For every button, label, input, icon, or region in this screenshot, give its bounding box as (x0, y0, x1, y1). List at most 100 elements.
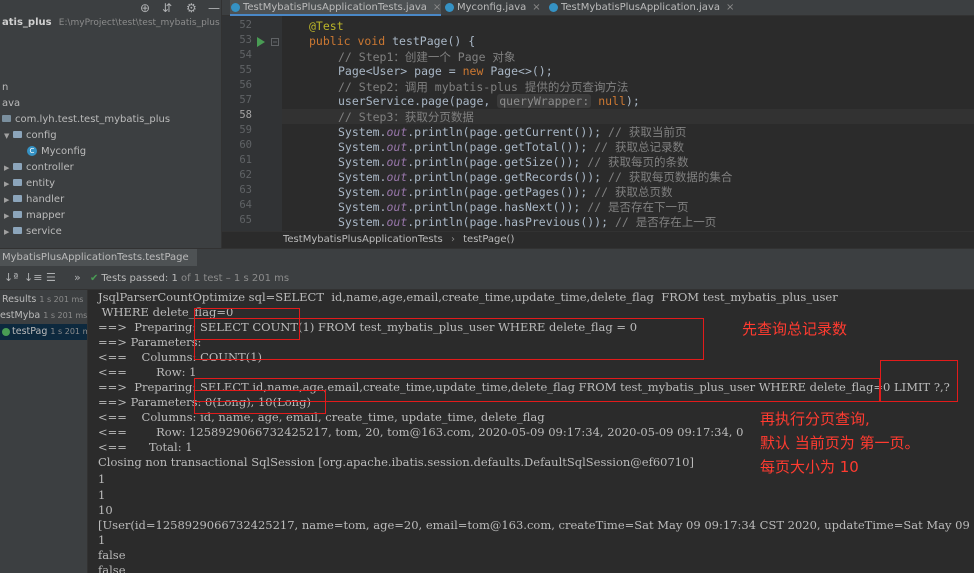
fold-icon[interactable] (271, 38, 279, 47)
expand-all-icon[interactable]: ☰ (46, 271, 56, 284)
hide-icon[interactable]: — (208, 1, 220, 15)
tab-testmybatisplusapplicationtests[interactable]: TestMybatisPlusApplicationTests.java × (230, 0, 442, 16)
sort-alpha-icon[interactable]: ↓ª (4, 271, 18, 284)
code-field: out (386, 140, 408, 154)
code-field: out (386, 170, 408, 184)
target-icon[interactable]: ⊕ (140, 1, 150, 15)
code-line: Page<User> page = new Page<>(); (338, 64, 553, 78)
code-comment: // 获取每页数据的集合 (608, 170, 733, 184)
status-label: Tests passed: (101, 273, 169, 284)
tree-item-mapper[interactable]: ▶ mapper (4, 208, 65, 224)
folder-icon (13, 162, 22, 170)
code-field: out (386, 155, 408, 169)
expand-right-icon: ▶ (4, 228, 10, 236)
code-line: System.out.println(page.getPages()); // … (338, 184, 672, 200)
result-item-selected[interactable]: testPag1 s 201 ms (0, 324, 87, 340)
tree-item-entity[interactable]: ▶ entity (4, 176, 55, 192)
console-line: <== Row: 1258929066732425217, tom, 20, t… (98, 425, 744, 439)
tab-myconfig[interactable]: Myconfig.java × (444, 0, 541, 16)
tab-testmybatisplusapplication[interactable]: TestMybatisPlusApplication.java × (548, 0, 734, 16)
expand-right-icon: ▶ (4, 212, 10, 220)
run-test-icon[interactable] (255, 36, 267, 48)
folder-icon (13, 130, 22, 138)
run-window-header: MybatisPlusApplicationTests.testPage (0, 248, 974, 267)
result-item[interactable]: Results 1 s 201 ms (2, 292, 83, 308)
code-field: out (386, 215, 408, 229)
code-line: @Test (309, 19, 344, 33)
project-toolbar: ⊕ ⇵ ⚙ — (130, 0, 222, 18)
breadcrumb-method[interactable]: testPage() (463, 234, 514, 245)
code-line: System.out.println(page.getTotal()); // … (338, 139, 684, 155)
line-number: 55 (239, 64, 252, 76)
code-text: .println(page.getCurrent()); (407, 125, 609, 139)
close-icon[interactable]: × (726, 2, 734, 13)
console-line: 1 (98, 472, 106, 486)
tab-label: Myconfig.java (457, 2, 527, 13)
result-label: testPag (12, 326, 48, 337)
tree-item-service[interactable]: ▶ service (4, 224, 62, 240)
package-icon (2, 114, 11, 122)
code-keyword: null (591, 94, 626, 108)
code-comment: // 获取总页数 (594, 185, 673, 199)
tree-item-label: handler (26, 194, 65, 205)
tree-fragment[interactable]: n (2, 80, 8, 96)
class-icon: C (27, 146, 37, 156)
more-icon[interactable]: » (74, 271, 81, 284)
result-time: 1 s 201 ms (43, 311, 88, 320)
console-line: <== Row: 1 (98, 365, 197, 379)
code-line: System.out.println(page.hasPrevious()); … (338, 214, 716, 230)
tree-item-myconfig[interactable]: C Myconfig (27, 144, 86, 160)
code-line: System.out.println(page.hasNext()); // 是… (338, 199, 689, 215)
console-line: <== Total: 1 (98, 440, 193, 454)
collapse-icon[interactable]: ⇵ (162, 1, 172, 15)
project-panel: atis_plus E:\myProject\test\test_mybatis… (0, 0, 222, 248)
code-field: out (386, 185, 408, 199)
close-icon[interactable]: × (532, 2, 540, 13)
result-time: 1 s 201 ms (50, 327, 87, 336)
line-number: 60 (239, 139, 252, 151)
annotation-page-note-3: 每页大小为 10 (760, 458, 859, 476)
tree-item-handler[interactable]: ▶ handler (4, 192, 64, 208)
breadcrumb-class[interactable]: TestMybatisPlusApplicationTests (283, 234, 443, 245)
line-number: 54 (239, 49, 252, 61)
code-text: .println(page.getSize()); (407, 155, 588, 169)
code-field: out (386, 200, 408, 214)
tree-package[interactable]: com.lyh.test.test_mybatis_plus (2, 112, 170, 128)
tree-fragment[interactable]: ava (2, 96, 20, 112)
code-text: System. (338, 215, 387, 229)
code-comment: // 是否存在上一页 (614, 215, 717, 229)
code-field: out (386, 125, 408, 139)
status-count: 1 (171, 273, 178, 284)
line-number: 57 (239, 94, 252, 106)
passed-icon (2, 327, 10, 336)
code-line: System.out.println(page.getRecords()); /… (338, 169, 732, 185)
code-line: userService.page(page, queryWrapper: nul… (338, 94, 640, 108)
check-icon: ✔ (90, 273, 99, 284)
code-comment: // 获取当前页 (608, 125, 687, 139)
code-text: System. (338, 200, 387, 214)
breadcrumb: TestMybatisPlusApplicationTests › testPa… (222, 231, 974, 248)
expand-right-icon: ▶ (4, 180, 10, 188)
close-icon[interactable]: × (433, 2, 441, 13)
gear-icon[interactable]: ⚙ (186, 1, 197, 15)
folder-icon (13, 178, 22, 186)
code-text: Page<User> page = (338, 64, 463, 78)
code-editor[interactable]: @Test public void testPage() { // Step1：… (282, 16, 974, 231)
run-tab[interactable]: MybatisPlusApplicationTests.testPage (0, 249, 197, 267)
sort-duration-icon[interactable]: ↓≡ (24, 271, 42, 284)
class-icon (549, 3, 558, 12)
tree-item-config[interactable]: ▼ config (4, 128, 57, 144)
expand-right-icon: ▶ (4, 196, 10, 204)
tab-label: TestMybatisPlusApplicationTests.java (243, 2, 427, 13)
line-number: 52 (239, 19, 252, 31)
project-root-name: atis_plus (2, 17, 52, 28)
code-line: System.out.println(page.getSize()); // 获… (338, 154, 689, 170)
annotation-page-note-1: 再执行分页查询, (760, 410, 870, 428)
result-item[interactable]: estMyba 1 s 201 ms (0, 308, 87, 324)
line-number: 62 (239, 169, 252, 181)
code-line: // Step3：获取分页数据 (338, 110, 474, 124)
code-comment: // 是否存在下一页 (587, 200, 689, 214)
code-line: // Step1：创建一个 Page 对象 (338, 50, 516, 64)
tree-item-controller[interactable]: ▶ controller (4, 160, 74, 176)
tree-item-label: controller (26, 162, 74, 173)
